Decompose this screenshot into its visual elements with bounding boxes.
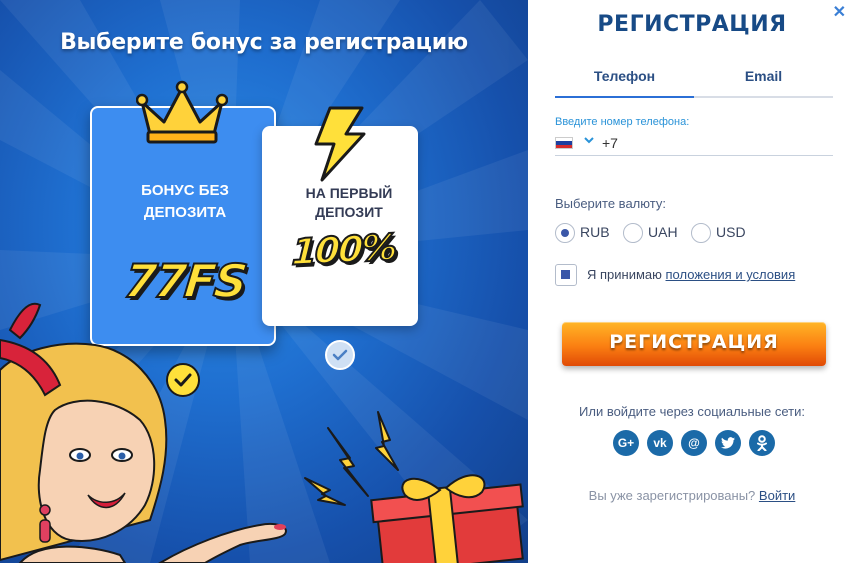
phone-prefix: +7 [602, 135, 618, 151]
terms-checkbox[interactable] [555, 264, 577, 286]
chevron-down-icon[interactable] [583, 134, 595, 149]
login-link[interactable]: Войти [759, 488, 795, 503]
radio-circle[interactable] [555, 223, 575, 243]
gift-box-illustration [370, 474, 524, 563]
social-login-label: Или войдите через социальные сети: [579, 404, 805, 419]
bonus-promo-panel: Выберите бонус за регистрацию БОНУС БЕЗ … [0, 0, 528, 563]
woman-illustration [0, 302, 287, 563]
radio-circle[interactable] [691, 223, 711, 243]
phone-field-label: Введите номер телефона: [555, 116, 690, 128]
register-button-label: РЕГИСТРАЦИЯ [609, 331, 779, 353]
terms-link[interactable]: положения и условия [666, 267, 796, 282]
radio-label: USD [716, 224, 746, 240]
registration-tabs: Телефон Email [555, 62, 833, 98]
odnoklassniki-icon[interactable] [749, 430, 775, 456]
active-tab-indicator [555, 96, 694, 98]
lightning-decoration [304, 411, 399, 506]
registration-form: ✕ РЕГИСТРАЦИЯ Телефон Email Введите номе… [528, 0, 856, 563]
mail-icon[interactable]: @ [681, 430, 707, 456]
google-plus-icon[interactable]: G+ [613, 430, 639, 456]
russia-flag-icon[interactable] [555, 137, 573, 149]
register-button[interactable]: РЕГИСТРАЦИЯ [562, 322, 826, 366]
login-prompt: Вы уже зарегистрированы? Войти [588, 488, 796, 503]
promo-artwork [0, 302, 524, 563]
radio-label: RUB [580, 224, 610, 240]
currency-label: Выберите валюту: [555, 196, 666, 211]
page-title: РЕГИСТРАЦИЯ [597, 12, 787, 37]
tab-email[interactable]: Email [694, 68, 833, 84]
vk-icon[interactable]: vk [647, 430, 673, 456]
terms-text: Я принимаю положения и условия [587, 267, 796, 282]
tab-phone[interactable]: Телефон [555, 68, 694, 84]
radio-label: UAH [648, 224, 678, 240]
radio-circle[interactable] [623, 223, 643, 243]
twitter-icon[interactable] [715, 430, 741, 456]
phone-input[interactable]: +7 [555, 134, 833, 156]
